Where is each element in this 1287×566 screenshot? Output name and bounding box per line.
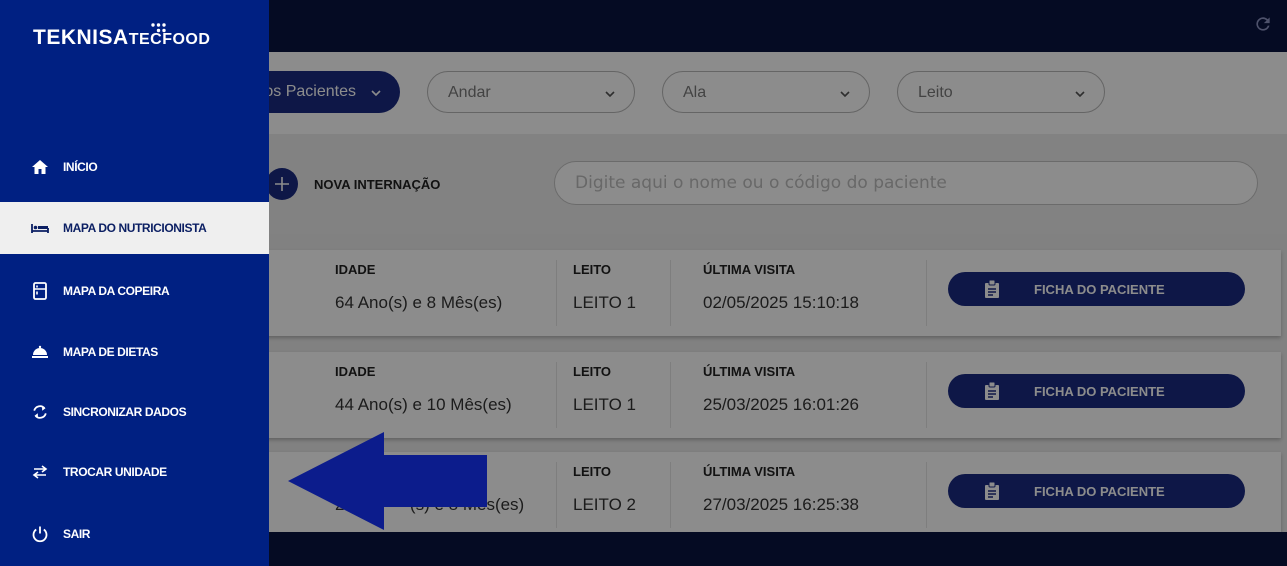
menu-item-label: SAIR bbox=[63, 527, 91, 541]
teknisa-tecfood-logo: TEKNISATECFOOD bbox=[33, 23, 211, 50]
fridge-icon bbox=[33, 282, 47, 300]
menu-item-sincronizar-dados[interactable]: SINCRONIZAR DADOS bbox=[0, 386, 269, 438]
logo-dots-icon bbox=[151, 23, 166, 33]
menu-item-mapa-copeira[interactable]: MAPA DA COPEIRA bbox=[0, 265, 269, 317]
cloche-icon bbox=[32, 345, 48, 358]
menu-item-inicio[interactable]: INÍCIO bbox=[0, 141, 269, 193]
menu-item-sair[interactable]: SAIR bbox=[0, 508, 269, 560]
menu-item-label: MAPA DE DIETAS bbox=[63, 345, 158, 359]
home-icon bbox=[32, 160, 48, 174]
swap-icon bbox=[32, 465, 48, 479]
menu-item-trocar-unidade[interactable]: TROCAR UNIDADE bbox=[0, 446, 269, 498]
menu-item-label: INÍCIO bbox=[63, 160, 98, 174]
navigation-drawer: TEKNISATECFOOD INÍCIO MAPA DO NUTRICIONI… bbox=[0, 0, 269, 566]
menu-item-label: SINCRONIZAR DADOS bbox=[63, 405, 187, 419]
logo-tecfood: TECFOOD bbox=[128, 31, 211, 48]
logo-teknisa: TEKNISA bbox=[33, 26, 129, 49]
sync-icon bbox=[33, 405, 47, 419]
menu-item-label: MAPA DO NUTRICIONISTA bbox=[63, 221, 207, 235]
bed-icon bbox=[31, 224, 49, 233]
menu-item-label: TROCAR UNIDADE bbox=[63, 465, 167, 479]
menu-item-mapa-dietas[interactable]: MAPA DE DIETAS bbox=[0, 326, 269, 378]
menu-item-label: MAPA DA COPEIRA bbox=[63, 284, 170, 298]
power-icon bbox=[32, 526, 48, 543]
menu-item-mapa-nutricionista[interactable]: MAPA DO NUTRICIONISTA bbox=[0, 202, 269, 254]
